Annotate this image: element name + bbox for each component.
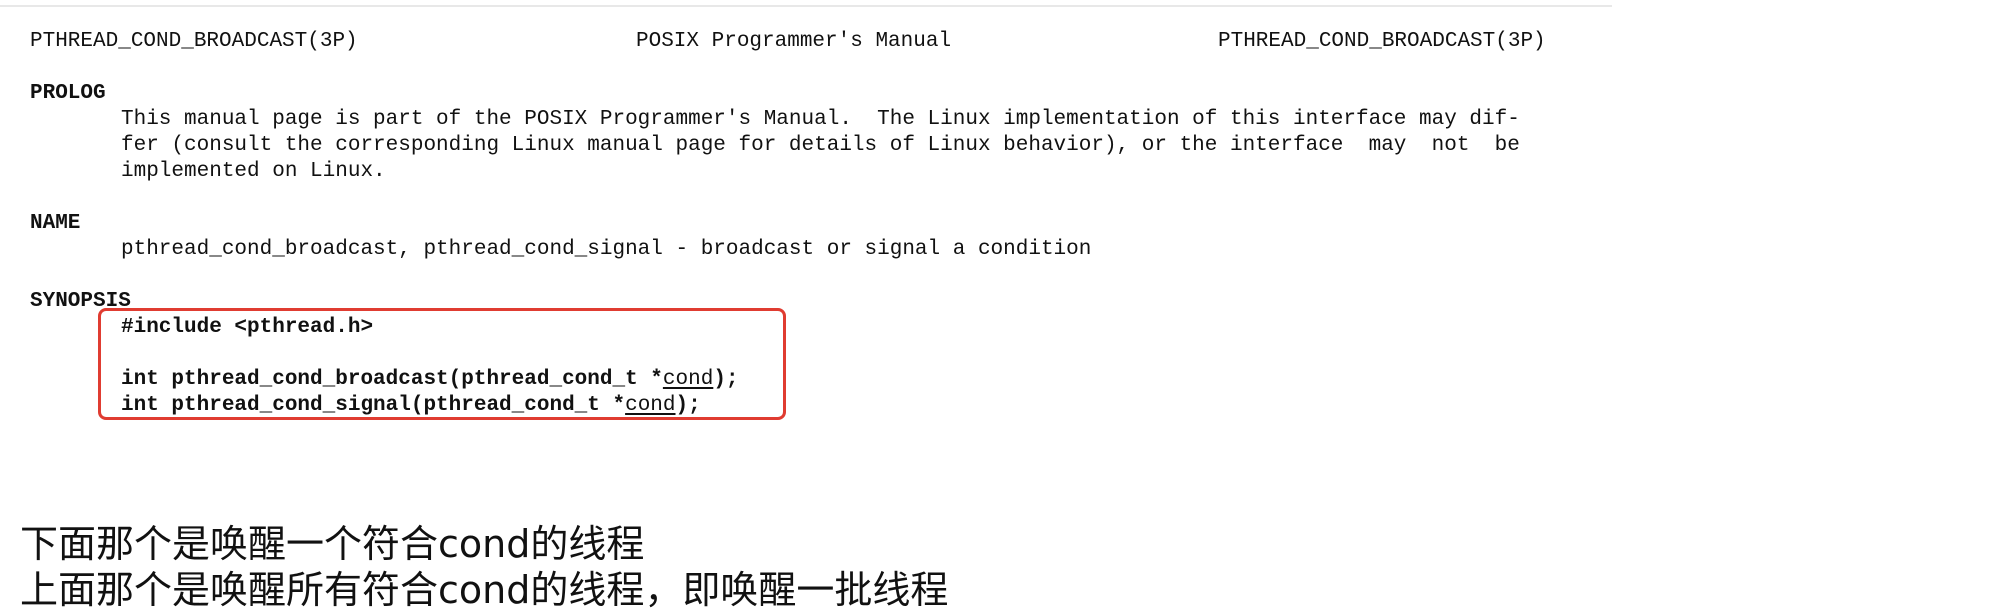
name-heading: NAME — [30, 212, 81, 235]
prolog-line: This manual page is part of the POSIX Pr… — [121, 108, 1520, 131]
header-manual-name: POSIX Programmer's Manual — [636, 30, 952, 53]
top-divider — [0, 5, 1612, 7]
prolog-heading: PROLOG — [30, 82, 106, 105]
prolog-line: implemented on Linux. — [121, 160, 386, 183]
name-description: pthread_cond_broadcast, pthread_cond_sig… — [121, 238, 1092, 261]
header-left-title: PTHREAD_COND_BROADCAST(3P) — [30, 30, 358, 53]
note-line: 上面那个是唤醒所有符合cond的线程，即唤醒一批线程 — [20, 568, 949, 612]
synopsis-highlight-box — [98, 308, 786, 420]
header-right-title: PTHREAD_COND_BROADCAST(3P) — [1218, 30, 1546, 53]
prolog-line: fer (consult the corresponding Linux man… — [121, 134, 1520, 157]
note-line: 下面那个是唤醒一个符合cond的线程 — [20, 522, 645, 566]
